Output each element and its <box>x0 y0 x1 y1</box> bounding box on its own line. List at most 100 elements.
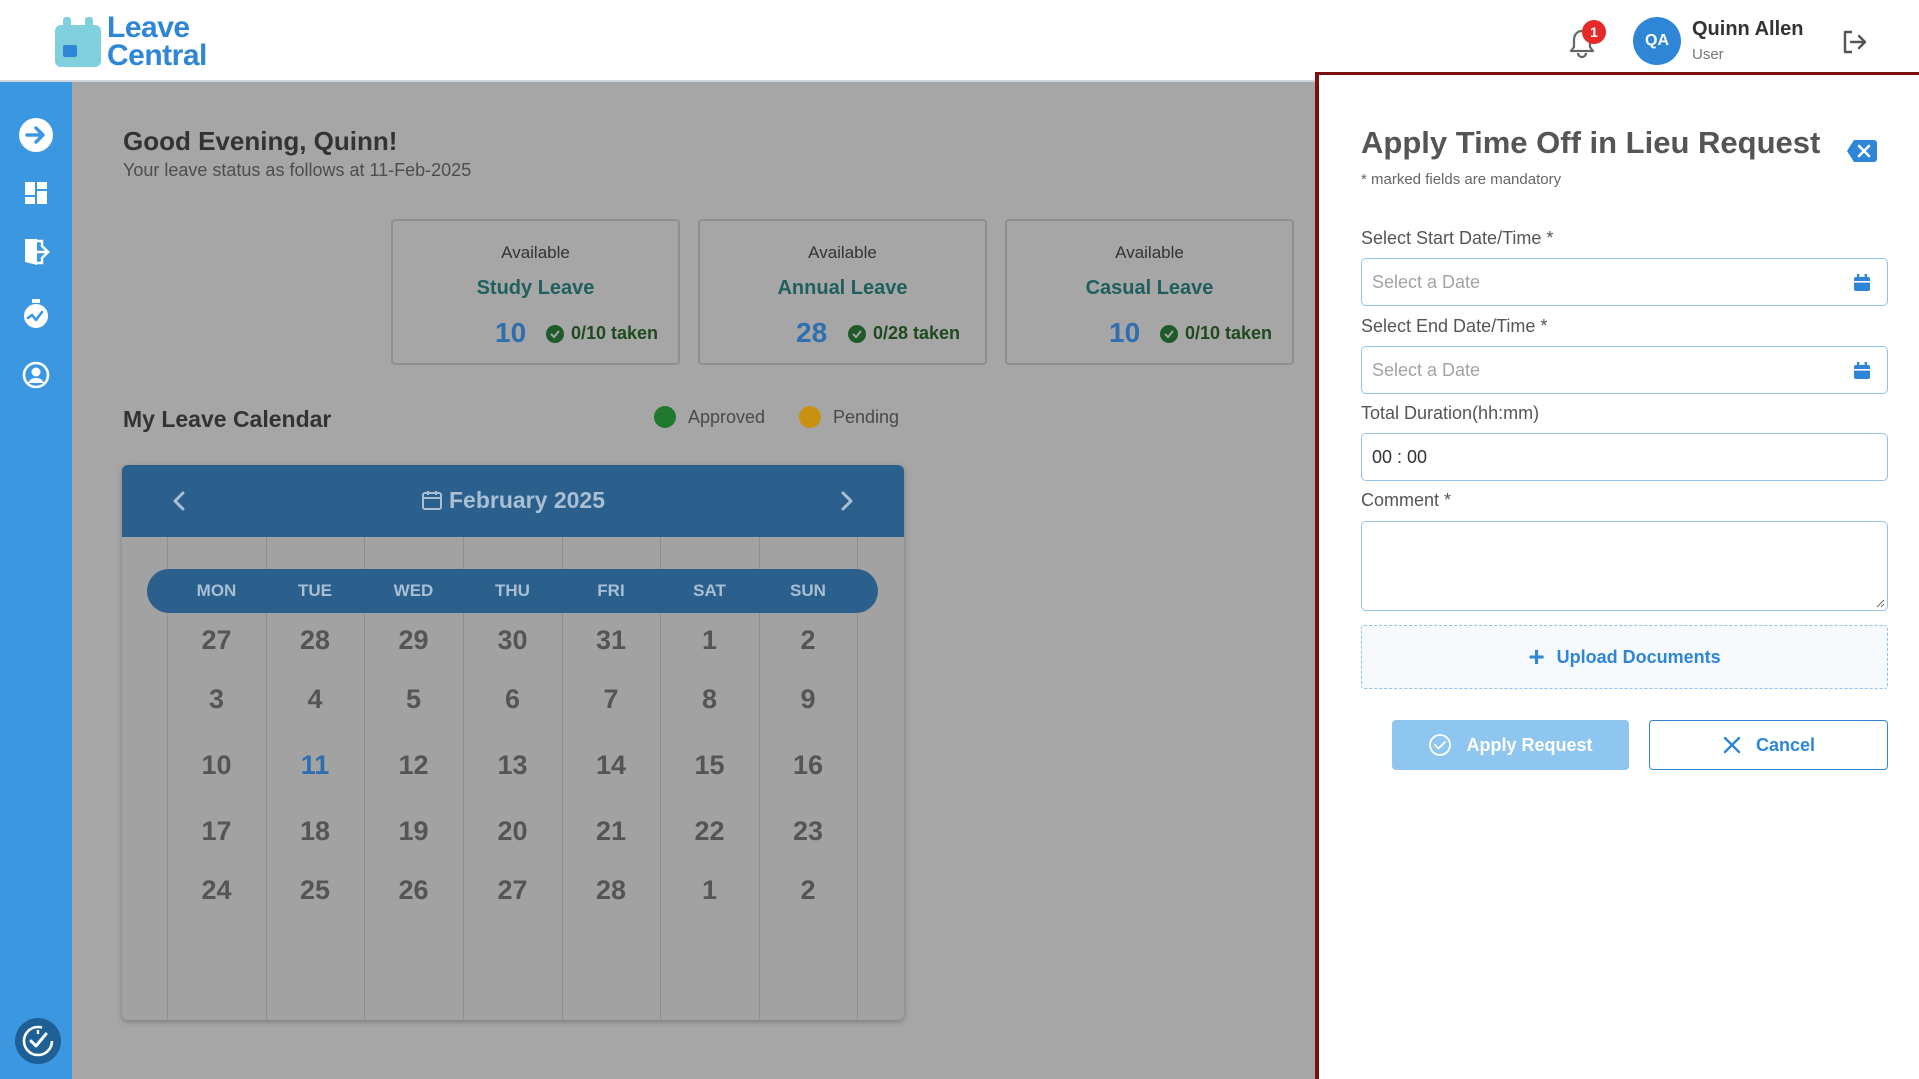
comment-textarea[interactable] <box>1361 521 1888 611</box>
leave-type-name: Casual Leave <box>1085 277 1214 299</box>
calendar-day[interactable]: 26 <box>365 875 463 906</box>
user-avatar[interactable]: QA <box>1633 17 1681 65</box>
calendar-day[interactable]: 2 <box>759 875 857 906</box>
app-logo[interactable]: Leave Central <box>55 11 207 72</box>
resize-grip-icon <box>1876 599 1885 608</box>
close-x-icon <box>1723 736 1741 754</box>
form-mandatory-note: * marked fields are mandatory <box>1361 171 1562 188</box>
calendar-day[interactable]: 31 <box>562 625 660 656</box>
notification-count-badge: 1 <box>1582 20 1606 44</box>
calendar-day[interactable]: 15 <box>661 750 759 781</box>
calendar-day[interactable]: 17 <box>168 816 266 847</box>
leave-taken-summary: 0/28 taken <box>848 323 960 344</box>
weekday-thu: THU <box>495 581 530 600</box>
check-circle-icon <box>1160 324 1178 343</box>
leave-type-name: Annual Leave <box>777 277 908 299</box>
calendar-day[interactable]: 28 <box>562 875 660 906</box>
weekday-mon: MON <box>196 581 237 600</box>
calendar-logo-icon <box>55 15 101 69</box>
legend-pending: Pending <box>799 406 899 428</box>
leave-available-count: 10 <box>1109 317 1141 348</box>
calendar-day[interactable]: 23 <box>759 816 857 847</box>
leave-card-casual[interactable]: Available Casual Leave 10 0/10 taken <box>1005 219 1294 365</box>
leave-available-count: 28 <box>796 317 828 348</box>
user-name: Quinn Allen <box>1692 18 1804 40</box>
leave-type-name: Study Leave <box>476 277 595 299</box>
start-date-label: Select Start Date/Time * <box>1361 228 1554 248</box>
calendar-day[interactable]: 12 <box>365 750 463 781</box>
leave-taken-summary: 0/10 taken <box>546 323 658 344</box>
end-date-input[interactable]: Select a Date <box>1361 346 1888 394</box>
close-icon[interactable] <box>1846 139 1878 163</box>
check-circle-icon <box>1429 734 1452 756</box>
weekday-wed: WED <box>393 581 434 600</box>
time-off-icon[interactable] <box>16 294 56 334</box>
calendar-day[interactable]: 27 <box>464 875 562 906</box>
calendar-day[interactable]: 21 <box>562 816 660 847</box>
end-date-placeholder: Select a Date <box>1372 359 1481 380</box>
calendar-day[interactable]: 24 <box>168 875 266 906</box>
weekday-sun: SUN <box>790 581 826 600</box>
duration-input[interactable]: 00 : 00 <box>1361 433 1888 481</box>
calendar-icon[interactable] <box>1853 362 1871 380</box>
sidebar <box>0 82 72 1079</box>
calendar-day[interactable]: 11 <box>266 750 364 781</box>
calendar-day[interactable]: 22 <box>661 816 759 847</box>
calendar-day[interactable]: 30 <box>464 625 562 656</box>
start-date-input[interactable]: Select a Date <box>1361 258 1888 306</box>
leave-exit-icon[interactable] <box>16 232 56 272</box>
calendar-day[interactable]: 28 <box>266 625 364 656</box>
weekday-fri: FRI <box>597 581 625 600</box>
upload-documents-button[interactable]: + Upload Documents <box>1361 625 1888 689</box>
arrow-right-circle-icon[interactable] <box>16 115 56 155</box>
calendar-day[interactable]: 5 <box>365 684 463 715</box>
check-circle-icon <box>546 324 564 343</box>
dashboard-icon[interactable] <box>16 173 56 213</box>
calendar-day[interactable]: 18 <box>266 816 364 847</box>
greeting-heading: Good Evening, Quinn! <box>123 126 398 156</box>
calendar-day[interactable]: 25 <box>266 875 364 906</box>
leave-status-date: Your leave status as follows at 11-Feb-2… <box>123 160 472 180</box>
user-role: User <box>1692 46 1724 63</box>
approved-swatch <box>654 406 676 428</box>
chevron-right-icon[interactable] <box>832 487 860 515</box>
legend-approved: Approved <box>654 406 765 428</box>
calendar-day[interactable]: 14 <box>562 750 660 781</box>
start-date-placeholder: Select a Date <box>1372 271 1481 292</box>
time-off-request-panel: Apply Time Off in Lieu Request * marked … <box>1315 72 1919 1079</box>
calendar-icon <box>422 491 442 510</box>
calendar-day[interactable]: 7 <box>562 684 660 715</box>
calendar-day[interactable]: 20 <box>464 816 562 847</box>
calendar-day[interactable]: 3 <box>168 684 266 715</box>
comment-label: Comment * <box>1361 490 1452 510</box>
calendar-day[interactable]: 13 <box>464 750 562 781</box>
calendar-day[interactable]: 2 <box>759 625 857 656</box>
calendar-day[interactable]: 9 <box>759 684 857 715</box>
leave-card-study[interactable]: Available Study Leave 10 0/10 taken <box>391 219 680 365</box>
duration-value: 00 : 00 <box>1372 446 1428 467</box>
calendar-icon[interactable] <box>1853 274 1871 292</box>
calendar-day[interactable]: 1 <box>661 625 759 656</box>
weekday-tue: TUE <box>298 581 332 600</box>
calendar-day[interactable]: 6 <box>464 684 562 715</box>
calendar-day[interactable]: 8 <box>661 684 759 715</box>
calendar-day[interactable]: 27 <box>168 625 266 656</box>
pending-swatch <box>799 406 821 428</box>
calendar-day[interactable]: 1 <box>661 875 759 906</box>
calendar-day[interactable]: 4 <box>266 684 364 715</box>
duration-label: Total Duration(hh:mm) <box>1361 403 1540 423</box>
clock-check-icon[interactable] <box>14 1017 62 1065</box>
end-date-label: Select End Date/Time * <box>1361 316 1548 336</box>
calendar-day[interactable]: 10 <box>168 750 266 781</box>
cancel-button[interactable]: Cancel <box>1649 720 1888 770</box>
leave-calendar: February 2025 MON TUE WED THU FRI SAT SUN 27 28 2… <box>122 465 904 1020</box>
calendar-day[interactable]: 19 <box>365 816 463 847</box>
leave-taken-summary: 0/10 taken <box>1160 323 1272 344</box>
profile-icon[interactable] <box>16 355 56 395</box>
app-name: Leave Central <box>107 11 207 72</box>
leave-card-annual[interactable]: Available Annual Leave 28 0/28 taken <box>698 219 987 365</box>
logout-icon[interactable] <box>1840 28 1868 56</box>
calendar-day[interactable]: 29 <box>365 625 463 656</box>
apply-request-button[interactable]: Apply Request <box>1392 720 1629 770</box>
calendar-day[interactable]: 16 <box>759 750 857 781</box>
